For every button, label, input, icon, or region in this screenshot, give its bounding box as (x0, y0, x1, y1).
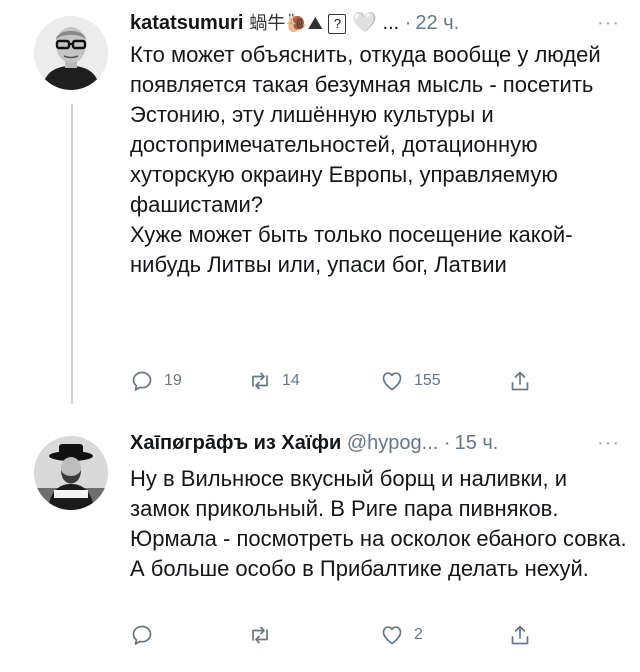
avatar-hypograph[interactable] (34, 436, 108, 510)
retweet-count: 14 (282, 372, 300, 389)
retweet-icon (252, 626, 268, 644)
like-count: 155 (414, 372, 441, 389)
like-button[interactable]: 155 (380, 366, 441, 396)
reply-icon (132, 371, 152, 391)
tweet-text: Кто может объяснить, откуда вообще у люд… (130, 40, 630, 280)
reply-icon (132, 625, 152, 645)
tweet-1[interactable]: katatsumuri 蝸牛🐌⛰ ? 🤍 ... · 22 ч. ··· Кто м… (0, 0, 640, 420)
retweet-button[interactable] (248, 620, 282, 650)
share-icon (511, 371, 529, 391)
name-ellipsis: ... (382, 12, 400, 34)
tweet-header: Хаīпøгрāфъ из Хаїфи @hypog... · 15 ч. ··· (130, 428, 630, 458)
tweet-paragraph: Ну в Вильнюсе вкусный борщ и наливки, и … (130, 466, 627, 581)
tweet-paragraph: Хуже может быть только посещение какой-н… (130, 222, 573, 277)
display-name[interactable]: Хаīпøгрāфъ из Хаїфи (130, 432, 341, 454)
user-handle[interactable]: @hypog... (347, 432, 438, 454)
retweet-button[interactable]: 14 (248, 366, 300, 396)
avatar-katatsumuri[interactable] (34, 16, 108, 90)
share-button[interactable] (508, 620, 532, 650)
reply-count: 19 (164, 372, 182, 389)
separator-dot: · (443, 432, 451, 454)
tweet-time[interactable]: 22 ч. (415, 12, 459, 34)
retweet-icon (252, 372, 268, 390)
tweet-time[interactable]: 15 ч. (455, 432, 499, 454)
display-name[interactable]: katatsumuri (130, 12, 243, 34)
more-options-icon[interactable]: ··· (597, 8, 620, 38)
tweet-paragraph: Кто может объяснить, откуда вообще у люд… (130, 42, 601, 217)
tweet-actions: 2 (130, 620, 550, 650)
heart-emoji: 🤍 (352, 12, 377, 34)
tweet-2[interactable]: Хаīпøгрāфъ из Хаїфи @hypog... · 15 ч. ···… (0, 420, 640, 672)
like-button[interactable]: 2 (380, 620, 423, 650)
unknown-glyph-box-icon: ? (328, 13, 347, 34)
more-options-icon[interactable]: ··· (597, 428, 620, 458)
reply-button[interactable]: 19 (130, 366, 182, 396)
name-emojis: 蝸牛🐌⛰ (249, 13, 323, 33)
like-icon (382, 372, 402, 391)
separator-dot: · (404, 12, 412, 34)
share-button[interactable] (508, 366, 532, 396)
share-icon (511, 625, 529, 645)
reply-button[interactable] (130, 620, 164, 650)
tweet-text: Ну в Вильнюсе вкусный борщ и наливки, и … (130, 464, 630, 584)
like-count: 2 (414, 626, 423, 643)
tweet-header: katatsumuri 蝸牛🐌⛰ ? 🤍 ... · 22 ч. ··· (130, 8, 630, 38)
tweet-actions: 19 14 155 (130, 366, 550, 396)
like-icon (382, 626, 402, 645)
